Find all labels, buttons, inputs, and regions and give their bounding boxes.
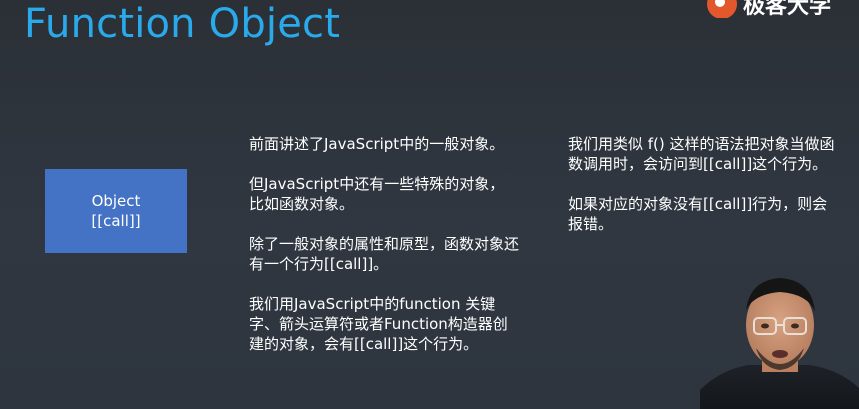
object-box-label: Object — [91, 192, 141, 210]
left-text-column: 前面讲述了JavaScript中的一般对象。 但JavaScript中还有一些特… — [249, 134, 519, 374]
object-box: Object [[call]] — [45, 169, 187, 253]
paragraph: 我们用JavaScript中的function 关键字、箭头运算符或者Funct… — [249, 295, 508, 353]
paragraph: 我们用类似 f() 这样的语法把对象当做函数调用时，会访问到[[call]]这个… — [568, 135, 835, 173]
presenter-image — [700, 278, 859, 409]
paragraph: 除了一般对象的属性和原型，函数对象还有一个行为[[call]]。 — [249, 235, 520, 273]
logo-icon — [707, 0, 737, 18]
brand-logo: 极客大学 — [707, 0, 859, 18]
slide-title: Function Object — [24, 1, 341, 47]
paragraph: 但JavaScript中还有一些特殊的对象，比如函数对象。 — [249, 175, 505, 213]
paragraph: 如果对应的对象没有[[call]]行为，则会报错。 — [568, 195, 828, 233]
logo-text: 极客大学 — [743, 0, 832, 18]
object-box-call-label: [[call]] — [91, 212, 141, 230]
right-text-column: 我们用类似 f() 这样的语法把对象当做函数调用时，会访问到[[call]]这个… — [568, 134, 838, 254]
paragraph: 前面讲述了JavaScript中的一般对象。 — [249, 135, 505, 153]
presenter-video — [700, 270, 859, 409]
slide: Function Object 极客大学 Object [[call]] 前面讲… — [0, 0, 859, 409]
